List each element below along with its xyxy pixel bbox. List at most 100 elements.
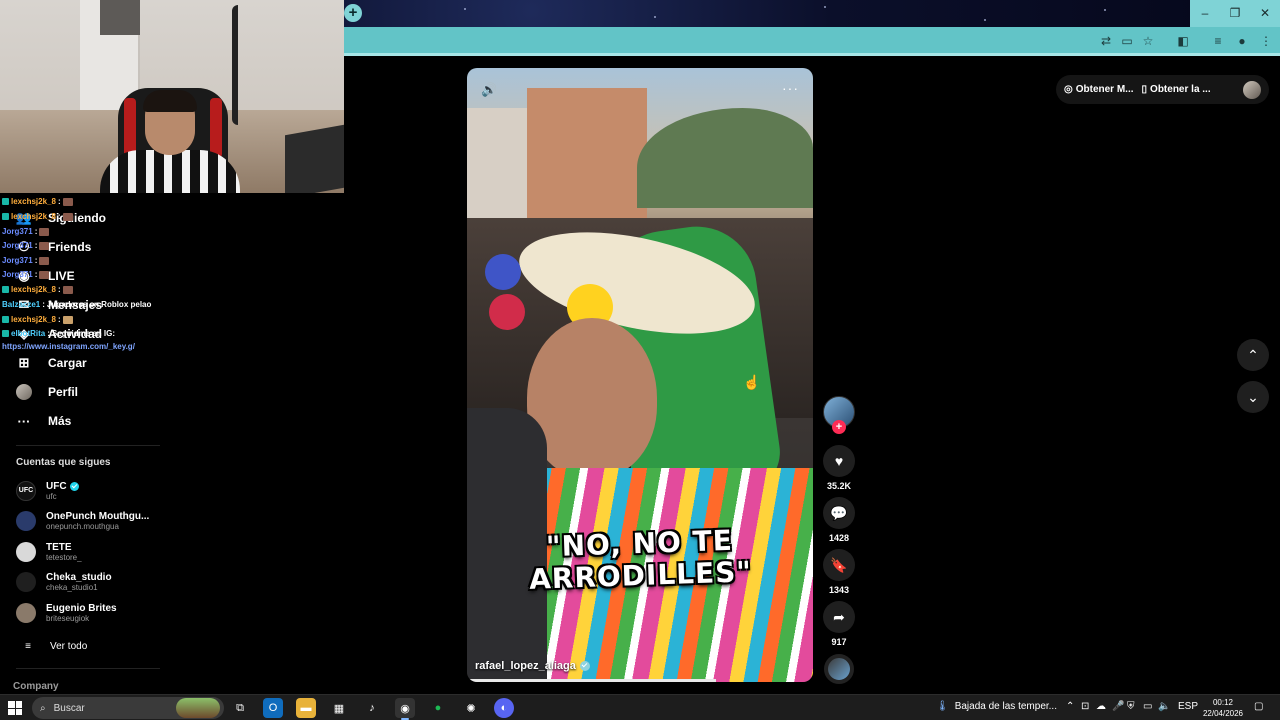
tray-overflow-icon[interactable]: ⌃ — [1066, 701, 1074, 712]
taskbar-search[interactable]: ⌕ Buscar — [32, 697, 224, 719]
account-avatar — [16, 511, 36, 531]
minimize-button[interactable]: – — [1190, 0, 1220, 27]
more-options-icon[interactable]: ··· — [782, 80, 799, 96]
nav-label: Friends — [48, 240, 92, 254]
menu-kebab-icon[interactable]: ⋮ — [1258, 33, 1274, 49]
chat-separator: : — [34, 227, 38, 236]
video-player[interactable]: 🔊 ··· ☝ "NO, NO TE ARRODILLES" rafael_lo… — [467, 68, 813, 682]
security-icon[interactable]: ⛨ — [1127, 701, 1135, 712]
clock-time: 00:12 — [1212, 698, 1234, 707]
nav-more[interactable]: ··· Más — [16, 413, 72, 429]
outlook-icon[interactable]: O — [263, 698, 283, 718]
comment-button[interactable]: 💬 — [823, 497, 855, 529]
tray-cloud-icon[interactable]: ☁ — [1096, 701, 1106, 712]
bookmark-star-icon[interactable]: ☆ — [1140, 33, 1156, 49]
account-item[interactable]: Cheka_studio cheka_studio1 — [16, 572, 112, 592]
get-app-label: Obtener M... — [1075, 84, 1134, 95]
close-button[interactable]: ✕ — [1250, 0, 1280, 27]
chat-line: Jorg371: — [2, 241, 50, 250]
chat-user: Jorg371 — [2, 227, 33, 236]
upload-icon: ⊞ — [18, 355, 30, 370]
volume-icon[interactable]: 🔊 — [481, 82, 497, 98]
chat-badge-icon — [2, 198, 9, 205]
nav-profile[interactable]: Perfil — [16, 384, 78, 400]
video-author[interactable]: rafael_lopez_aliaga — [475, 660, 590, 672]
volume-tray-icon[interactable]: 🔈 — [1158, 701, 1170, 712]
chat-user: Jorg371 — [2, 256, 33, 265]
network-icon[interactable]: ▭ — [1143, 701, 1152, 712]
account-avatar — [16, 572, 36, 592]
like-button[interactable]: ♥ — [823, 445, 855, 477]
windows-start-icon[interactable] — [8, 701, 22, 715]
chat-line: elbotRita: Seguidme en IG: — [2, 329, 115, 338]
chat-separator: : — [57, 212, 61, 221]
notifications-icon[interactable]: ▢ — [1254, 701, 1263, 712]
chatgpt-icon[interactable]: ✺ — [461, 698, 481, 718]
chat-separator: : — [47, 329, 50, 338]
account-item[interactable]: OnePunch Mouthgu... onepunch.mouthgua — [16, 511, 149, 531]
chat-line: Jorg371: — [2, 256, 50, 265]
discord-icon[interactable]: ◐ — [494, 698, 514, 718]
search-icon: ⌕ — [40, 702, 46, 714]
account-handle: ufc — [46, 492, 57, 501]
file-explorer-icon[interactable]: ▬ — [296, 698, 316, 718]
company-link[interactable]: Company — [13, 681, 59, 692]
account-name: Cheka_studio — [46, 572, 112, 583]
spotify-icon[interactable]: ● — [428, 698, 448, 718]
reading-list-icon[interactable]: ≡ — [1210, 33, 1226, 49]
video-progress-bar[interactable] — [467, 679, 717, 682]
translate-icon[interactable]: ⇄ — [1098, 33, 1114, 49]
chat-user: elbotRita — [11, 329, 46, 338]
save-button[interactable]: 🔖 — [823, 549, 855, 581]
chat-line: lexchsj2k_8: — [2, 197, 73, 206]
chat-message: Jugadores en Roblox pelao — [46, 300, 152, 309]
see-all-following[interactable]: ≡ Ver todo — [20, 638, 87, 654]
search-placeholder: Buscar — [53, 702, 85, 714]
emote-icon — [39, 256, 50, 265]
account-handle: cheka_studio1 — [46, 583, 98, 592]
get-app-bar: ◎ Obtener M... ▯ Obtener la ... — [1056, 75, 1269, 104]
tiktok-icon[interactable]: ♪ — [362, 698, 382, 718]
screen: + – ❐ ✕ ⇄ ▭ ☆ ◧ ≡ ● ⋮ 👥 Siguiendo ⚇ Frie… — [0, 0, 1280, 720]
thermometer-icon: 🌡 — [936, 701, 949, 712]
chat-user: lexchsj2k_8 — [11, 197, 56, 206]
webcam-tv — [285, 124, 344, 193]
user-avatar[interactable] — [1243, 80, 1261, 99]
screen-share-icon[interactable]: ▭ — [1119, 33, 1135, 49]
mouse-cursor-icon: ☝ — [743, 374, 761, 390]
share-button[interactable]: ➦ — [823, 601, 855, 633]
music-disc-icon[interactable] — [824, 654, 854, 684]
account-item[interactable]: Eugenio Brites briteseugiok — [16, 603, 117, 623]
clock[interactable]: 00:12 22/04/2026 — [1198, 697, 1248, 719]
account-item[interactable]: UFC UFC ufc — [16, 481, 79, 501]
language-indicator[interactable]: ESP — [1178, 701, 1198, 712]
account-name: UFC — [46, 481, 67, 492]
chrome-icon[interactable]: ◉ — [395, 698, 415, 720]
nav-label: Más — [48, 414, 72, 428]
address-bar-accent — [344, 53, 1280, 56]
restore-button[interactable]: ❐ — [1220, 0, 1250, 27]
profile-icon[interactable]: ● — [1234, 33, 1250, 49]
chat-link[interactable]: https://www.instagram.com/_key.g/ — [2, 342, 135, 351]
get-app-desktop-button[interactable]: ◎ Obtener M... — [1064, 84, 1134, 95]
emote-icon — [62, 197, 73, 206]
save-count: 1343 — [828, 585, 850, 595]
microphone-icon[interactable]: 🎤 — [1112, 701, 1124, 712]
tray-app-icon[interactable]: ⊡ — [1081, 701, 1089, 712]
list-icon: ≡ — [25, 640, 31, 652]
previous-video-button[interactable]: ⌃ — [1237, 339, 1269, 371]
chat-badge-icon — [2, 213, 9, 220]
desktop-app-icon: ◎ — [1064, 84, 1073, 95]
extensions-icon[interactable]: ◧ — [1175, 33, 1191, 49]
nav-upload[interactable]: ⊞ Cargar — [16, 355, 87, 371]
task-view-icon[interactable]: ⧉ — [230, 698, 250, 718]
new-tab-button[interactable]: + — [344, 4, 362, 22]
store-icon[interactable]: ▦ — [329, 698, 349, 718]
next-video-button[interactable]: ⌄ — [1237, 381, 1269, 413]
account-item[interactable]: TETE tetestore_ — [16, 542, 82, 562]
follow-plus-icon[interactable]: + — [832, 420, 846, 434]
chat-separator: : — [42, 300, 45, 309]
weather-widget[interactable]: 🌡 Bajada de las temper... — [936, 701, 1057, 712]
get-app-mobile-button[interactable]: ▯ Obtener la ... — [1142, 84, 1211, 95]
chat-user: lexchsj2k_8 — [11, 212, 56, 221]
